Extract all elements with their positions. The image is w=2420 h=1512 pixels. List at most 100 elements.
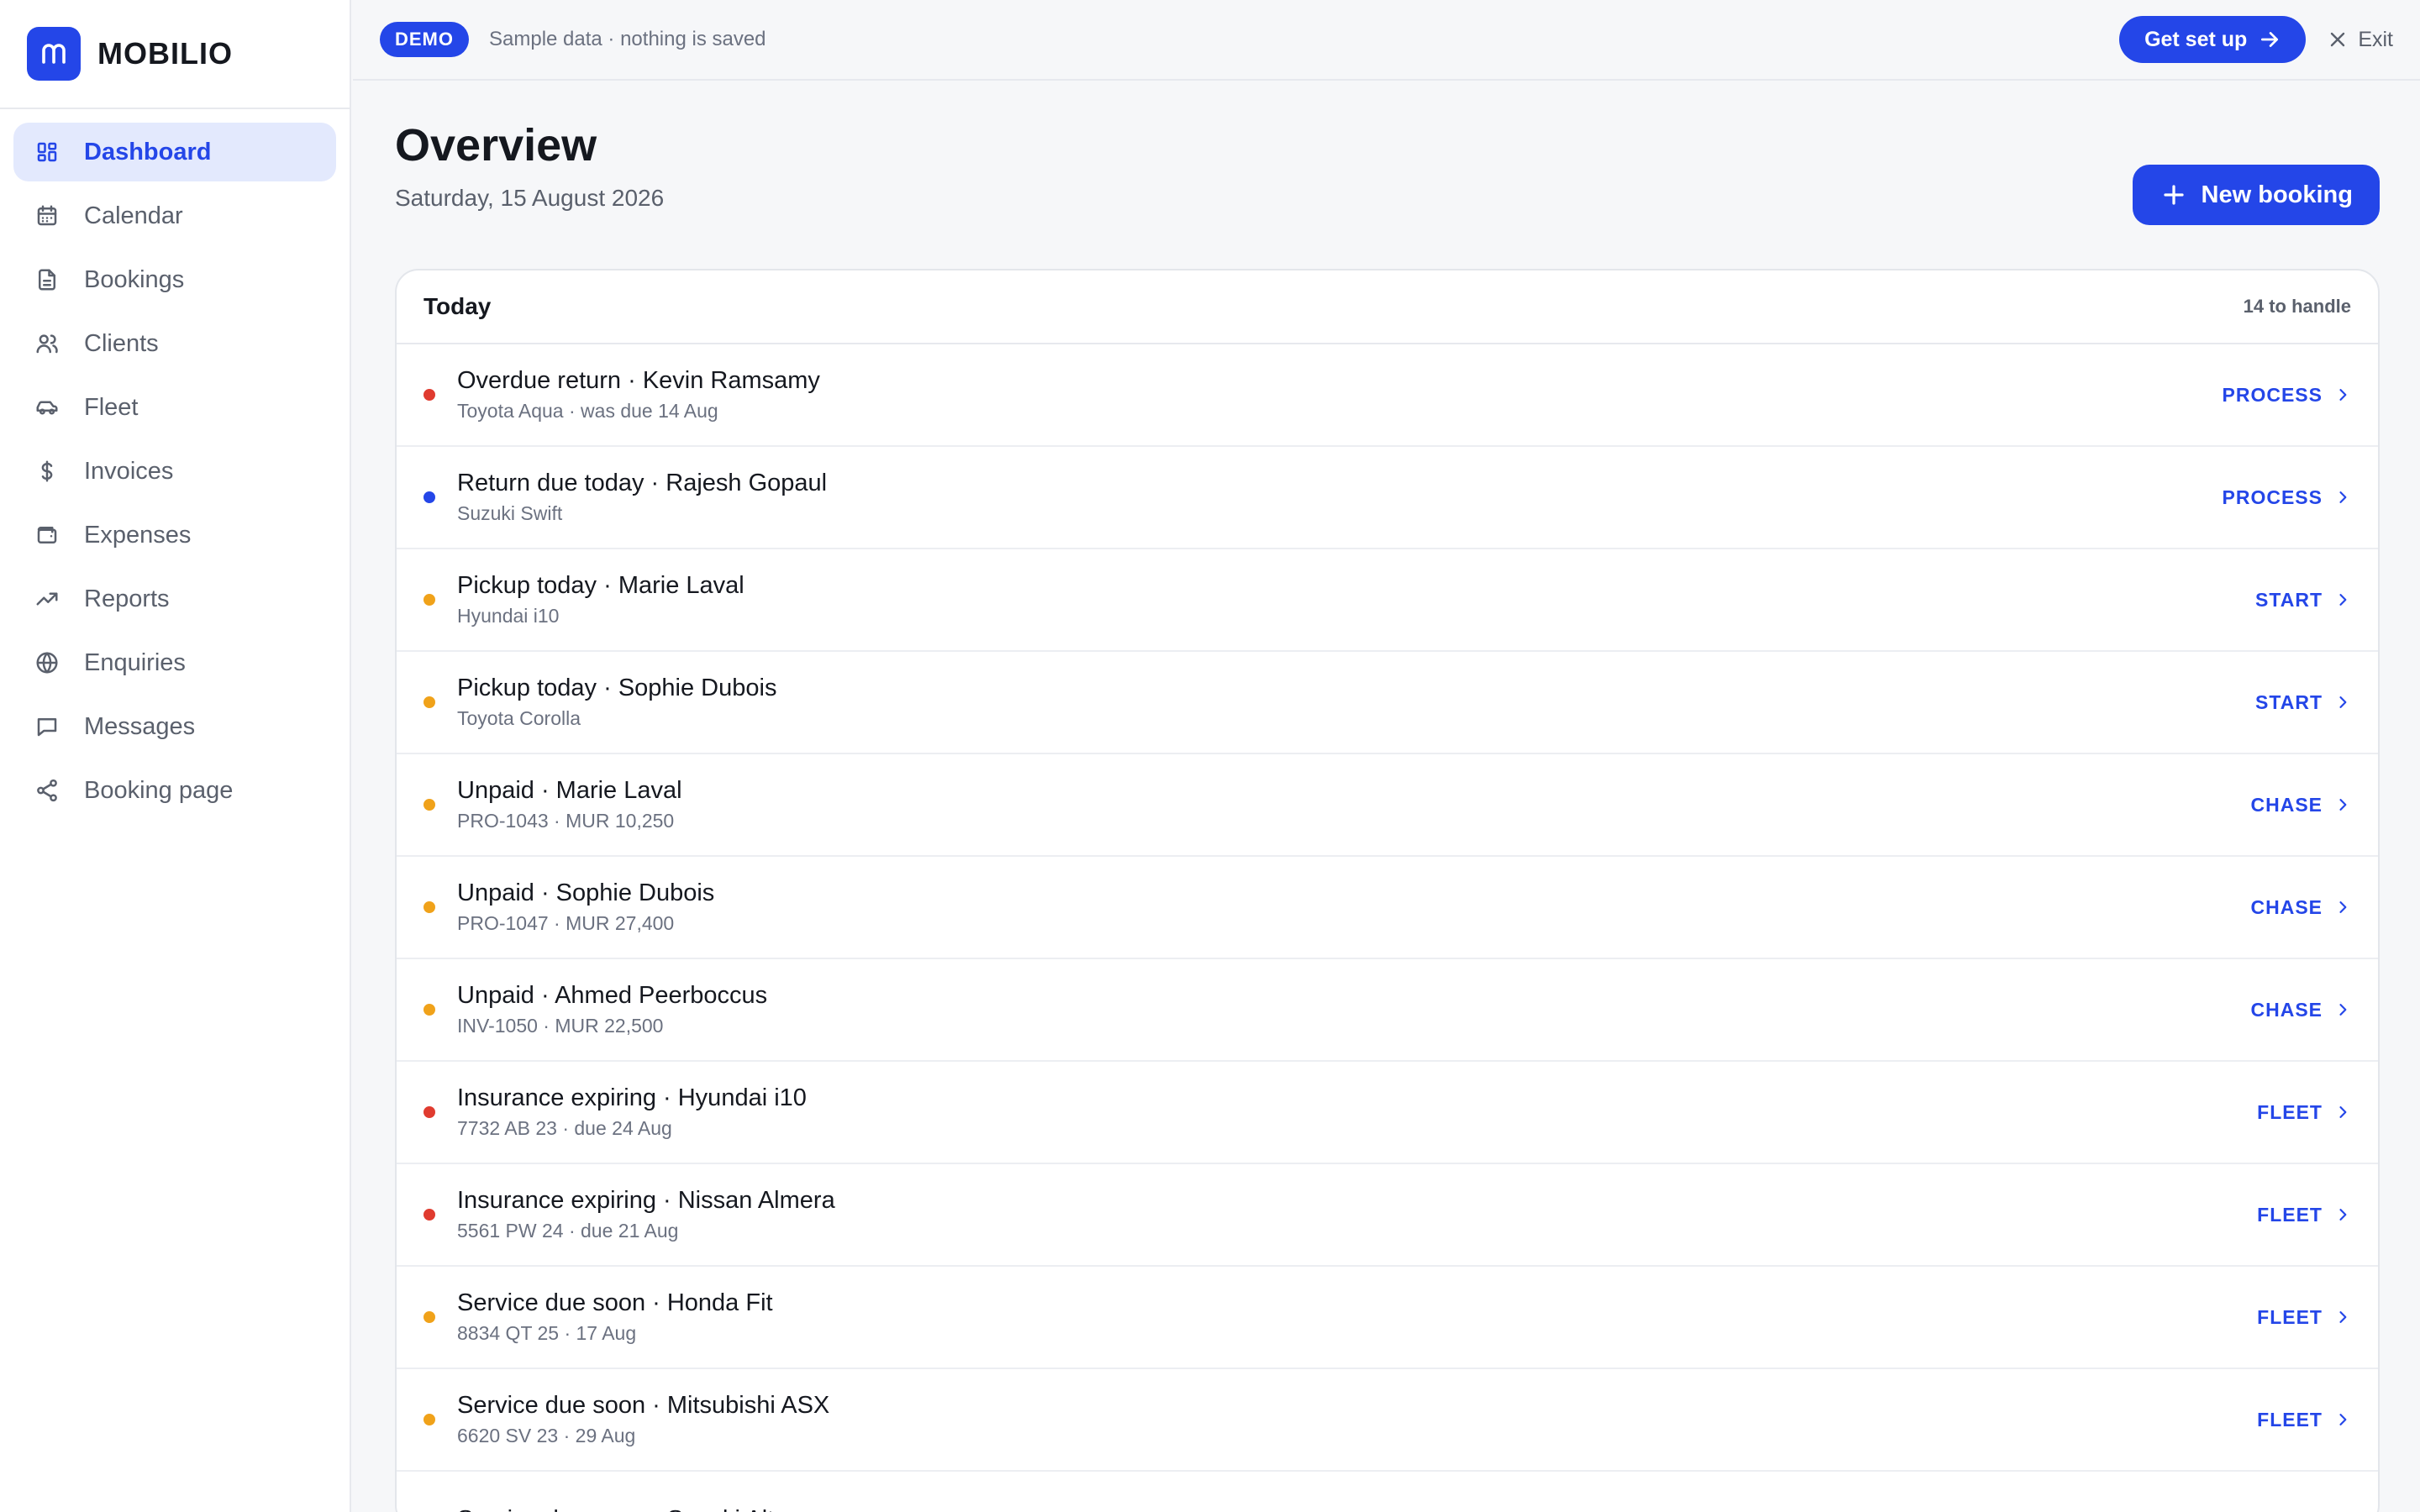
task-subtitle: 8834 QT 25 · 17 Aug: [457, 1322, 637, 1344]
new-booking-button[interactable]: New booking: [2132, 165, 2380, 225]
exit-label: Exit: [2358, 27, 2393, 51]
status-dot: [424, 1004, 435, 1016]
task-row: Return due today · Rajesh Gopaul Suzuki S…: [397, 447, 2378, 549]
sidebar-item-dashboard[interactable]: Dashboard: [13, 123, 336, 181]
task-action-button[interactable]: CHASE: [2250, 999, 2351, 1021]
task-action-button[interactable]: START: [2255, 691, 2351, 714]
sidebar-item-messages[interactable]: Messages: [13, 697, 336, 756]
document-icon: [34, 266, 60, 293]
sidebar-item-label: Clients: [84, 329, 159, 357]
task-title: Service due soon · Mitsubishi ASX: [457, 1392, 830, 1419]
brand: MOBILIO: [0, 0, 350, 109]
task-action-button[interactable]: CHASE: [2250, 896, 2351, 919]
task-action-button[interactable]: CHASE: [2250, 794, 2351, 816]
users-icon: [34, 330, 60, 357]
chevron-right-icon: [2339, 1311, 2347, 1323]
task-action-label: CHASE: [2250, 895, 2323, 918]
sidebar-item-booking-page[interactable]: Booking page: [13, 761, 336, 820]
get-set-up-button[interactable]: Get set up: [2119, 16, 2307, 63]
status-dot: [424, 491, 435, 503]
task-row: Service due soon · Mitsubishi ASX 6620 SV…: [397, 1369, 2378, 1472]
task-action-button[interactable]: START: [2255, 589, 2351, 612]
task-title: Pickup today · Marie Laval: [457, 572, 744, 599]
task-row: Unpaid · Ahmed Peerboccus INV-1050 · MUR …: [397, 959, 2378, 1062]
status-dot: [424, 799, 435, 811]
status-dot: [424, 1209, 435, 1221]
task-action-button[interactable]: FLEET: [2257, 1204, 2351, 1226]
sidebar-item-invoices[interactable]: Invoices: [13, 442, 336, 501]
task-action-label: FLEET: [2257, 1408, 2323, 1431]
task-action-label: FLEET: [2257, 1100, 2323, 1123]
chevron-right-icon: [2339, 799, 2347, 811]
sidebar-item-reports[interactable]: Reports: [13, 570, 336, 628]
sidebar-item-calendar[interactable]: Calendar: [13, 186, 336, 245]
sidebar-item-bookings[interactable]: Bookings: [13, 250, 336, 309]
task-title: Insurance expiring · Nissan Almera: [457, 1187, 835, 1214]
message-icon: [34, 713, 60, 740]
task-subtitle: INV-1050 · MUR 22,500: [457, 1015, 664, 1037]
status-dot: [424, 1311, 435, 1323]
globe-icon: [34, 649, 60, 676]
today-card-header: Today 14 to handle: [397, 270, 2378, 344]
sidebar-item-fleet[interactable]: Fleet: [13, 378, 336, 437]
exit-button[interactable]: Exit: [2328, 28, 2393, 52]
task-text: Insurance expiring · Nissan Almera 5561 P…: [457, 1187, 2257, 1242]
today-title: Today: [424, 293, 492, 319]
chevron-right-icon: [2339, 1106, 2347, 1118]
sidebar-nav: Dashboard Calendar Bookings Clients Fleet Inv…: [0, 109, 350, 838]
task-text: Unpaid · Ahmed Peerboccus INV-1050 · MUR …: [457, 982, 2250, 1037]
task-action-button[interactable]: FLEET: [2257, 1409, 2351, 1431]
task-text: Overdue return · Kevin Ramsamy Toyota Aqu…: [457, 367, 2223, 423]
task-row: Insurance expiring · Nissan Almera 5561 P…: [397, 1164, 2378, 1267]
task-row: Service due soon · Suzuki AltoFLEET: [397, 1472, 2378, 1512]
chevron-right-icon: [2339, 696, 2347, 708]
demo-badge: DEMO: [380, 22, 469, 57]
task-text: Unpaid · Sophie Dubois PRO-1047 · MUR 27,…: [457, 879, 2250, 935]
task-title: Service due soon · Honda Fit: [457, 1289, 773, 1316]
sidebar-item-label: Reports: [84, 585, 170, 612]
chevron-right-icon: [2339, 1209, 2347, 1221]
task-row: Unpaid · Sophie Dubois PRO-1047 · MUR 27,…: [397, 857, 2378, 959]
car-icon: [34, 394, 60, 421]
task-subtitle: Suzuki Swift: [457, 502, 563, 524]
task-action-button[interactable]: PROCESS: [2223, 486, 2351, 509]
get-set-up-label: Get set up: [2144, 27, 2248, 51]
task-action-button[interactable]: FLEET: [2257, 1306, 2351, 1329]
sidebar-item-enquiries[interactable]: Enquiries: [13, 633, 336, 692]
sidebar-item-clients[interactable]: Clients: [13, 314, 336, 373]
demo-banner: DEMO Sample data · nothing is saved Get …: [353, 0, 2420, 81]
status-dot: [424, 696, 435, 708]
task-action-label: CHASE: [2250, 793, 2323, 816]
status-dot: [424, 389, 435, 401]
task-title: Unpaid · Sophie Dubois: [457, 879, 715, 906]
task-text: Return due today · Rajesh Gopaul Suzuki S…: [457, 470, 2223, 525]
task-action-button[interactable]: FLEET: [2257, 1101, 2351, 1124]
task-row: Insurance expiring · Hyundai i10 7732 AB …: [397, 1062, 2378, 1164]
page-date: Saturday, 15 August 2026: [395, 185, 665, 211]
task-subtitle: PRO-1043 · MUR 10,250: [457, 810, 675, 832]
dashboard-icon: [34, 139, 60, 165]
task-subtitle: Hyundai i10: [457, 605, 560, 627]
close-icon: [2331, 32, 2345, 47]
task-title: Pickup today · Sophie Dubois: [457, 675, 777, 701]
task-title: Unpaid · Ahmed Peerboccus: [457, 982, 768, 1009]
task-action-label: CHASE: [2250, 998, 2323, 1021]
task-row: Pickup today · Marie Laval Hyundai i10 STA…: [397, 549, 2378, 652]
chevron-right-icon: [2339, 901, 2347, 913]
sidebar-item-label: Enquiries: [84, 648, 186, 676]
share-icon: [34, 777, 60, 804]
task-subtitle: Toyota Corolla: [457, 707, 581, 729]
trend-icon: [34, 585, 60, 612]
sidebar: MOBILIO Dashboard Calendar Bookings Clients…: [0, 0, 351, 1512]
chevron-right-icon: [2339, 491, 2347, 503]
page-header: Overview Saturday, 15 August 2026 New bo…: [395, 81, 2380, 225]
task-subtitle: Toyota Aqua · was due 14 Aug: [457, 400, 718, 422]
plus-icon: [2163, 185, 2184, 205]
task-title: Unpaid · Marie Laval: [457, 777, 682, 804]
brand-name: MOBILIO: [97, 36, 233, 71]
task-action-button[interactable]: PROCESS: [2223, 384, 2351, 407]
sidebar-item-label: Booking page: [84, 776, 234, 804]
task-subtitle: 6620 SV 23 · 29 Aug: [457, 1425, 636, 1446]
page-title: Overview: [395, 120, 597, 171]
sidebar-item-expenses[interactable]: Expenses: [13, 506, 336, 564]
